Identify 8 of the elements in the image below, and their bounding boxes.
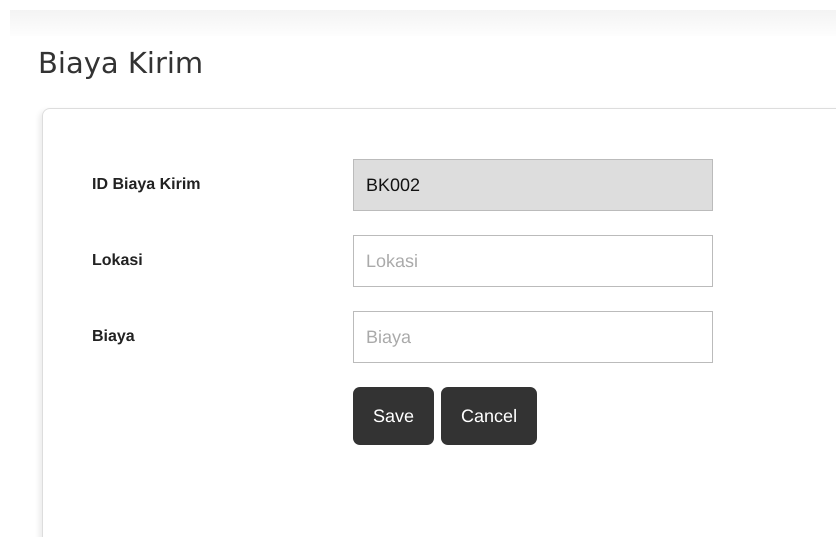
form-button[interactable]: Save (353, 387, 434, 445)
field-label: Biaya (92, 328, 136, 346)
field-label: ID Biaya Kirim (92, 176, 202, 194)
form-button[interactable]: Cancel (441, 387, 538, 445)
page-title: Biaya Kirim (38, 45, 204, 82)
input-field[interactable]: Lokasi (353, 235, 713, 287)
input-field[interactable]: Biaya (353, 311, 713, 363)
field-label: Lokasi (92, 252, 144, 270)
